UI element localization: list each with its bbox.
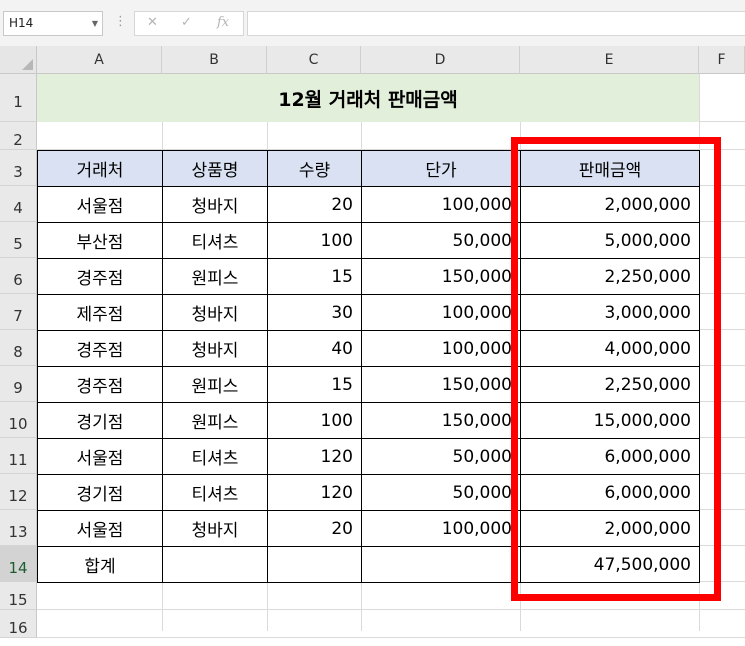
table-cell[interactable]: 100,000	[361, 294, 521, 331]
table-cell[interactable]: 원피스	[162, 258, 268, 295]
chevron-down-icon[interactable]: ▼	[92, 12, 98, 35]
table-cell[interactable]: 청바지	[162, 294, 268, 331]
total-value-cell[interactable]: 47,500,000	[520, 546, 700, 583]
row-header-7[interactable]: 7	[0, 294, 37, 330]
formula-input[interactable]	[247, 11, 745, 36]
table-cell[interactable]: 100	[267, 402, 362, 439]
table-cell[interactable]: 6,000,000	[520, 474, 700, 511]
cancel-icon[interactable]: ✕	[147, 15, 158, 30]
table-cell[interactable]: 4,000,000	[520, 330, 700, 367]
table-cell[interactable]: 20	[267, 186, 362, 223]
formula-bar-area: H14 ▼ ⋮ ✕ ✓ fx	[0, 0, 745, 46]
row-header-5[interactable]: 5	[0, 222, 37, 258]
table-cell[interactable]: 100,000	[361, 510, 521, 547]
table-cell[interactable]: 티셔츠	[162, 222, 268, 259]
table-cell[interactable]: 20	[267, 510, 362, 547]
row-header-1[interactable]: 1	[0, 74, 37, 122]
table-cell[interactable]: 2,000,000	[520, 186, 700, 223]
table-cell[interactable]: 100	[267, 222, 362, 259]
table-cell[interactable]: 제주점	[37, 294, 163, 331]
table-cell[interactable]: 부산점	[37, 222, 163, 259]
table-header-cell[interactable]: 상품명	[162, 150, 268, 187]
table-cell[interactable]: 150,000	[361, 366, 521, 403]
table-header-cell[interactable]: 거래처	[37, 150, 163, 187]
name-box-value: H14	[9, 16, 34, 30]
column-header-c[interactable]: C	[267, 46, 361, 74]
table-cell[interactable]: 100,000	[361, 186, 521, 223]
formula-buttons: ✕ ✓ fx	[134, 11, 244, 36]
table-cell[interactable]: 2,250,000	[520, 366, 700, 403]
table-cell[interactable]: 15	[267, 258, 362, 295]
table-cell[interactable]: 6,000,000	[520, 438, 700, 475]
table-cell[interactable]: 2,250,000	[520, 258, 700, 295]
table-cell[interactable]: 서울점	[37, 186, 163, 223]
table-cell[interactable]: 경주점	[37, 366, 163, 403]
gridline	[37, 609, 745, 610]
row-header-10[interactable]: 10	[0, 402, 37, 438]
table-cell[interactable]: 경주점	[37, 330, 163, 367]
row-header-13[interactable]: 13	[0, 510, 37, 546]
table-cell[interactable]: 30	[267, 294, 362, 331]
table-cell[interactable]	[267, 546, 362, 583]
table-cell[interactable]: 원피스	[162, 402, 268, 439]
table-cell[interactable]: 50,000	[361, 438, 521, 475]
table-cell[interactable]: 40	[267, 330, 362, 367]
table-cell[interactable]: 2,000,000	[520, 510, 700, 547]
table-header-cell[interactable]: 수량	[267, 150, 362, 187]
column-header-a[interactable]: A	[37, 46, 162, 74]
table-cell[interactable]: 100,000	[361, 330, 521, 367]
table-cell[interactable]: 청바지	[162, 186, 268, 223]
table-header-cell[interactable]: 단가	[361, 150, 521, 187]
table-cell[interactable]: 경기점	[37, 402, 163, 439]
table-cell[interactable]	[162, 546, 268, 583]
table-cell[interactable]: 120	[267, 474, 362, 511]
table-header-cell[interactable]: 판매금액	[520, 150, 700, 187]
table-cell[interactable]: 티셔츠	[162, 438, 268, 475]
name-box[interactable]: H14 ▼	[3, 11, 103, 36]
table-cell[interactable]: 청바지	[162, 510, 268, 547]
table-cell[interactable]: 서울점	[37, 438, 163, 475]
insert-function-icon[interactable]: fx	[217, 15, 229, 30]
table-cell[interactable]: 3,000,000	[520, 294, 700, 331]
row-header-3[interactable]: 3	[0, 150, 37, 186]
enter-icon[interactable]: ✓	[181, 15, 192, 30]
sheet-title[interactable]: 12월 거래처 판매금액	[37, 74, 699, 122]
column-header-f[interactable]: F	[699, 46, 745, 74]
select-all-button[interactable]	[0, 46, 37, 74]
table-cell[interactable]: 120	[267, 438, 362, 475]
column-header-d[interactable]: D	[361, 46, 520, 74]
total-label-cell[interactable]: 합계	[37, 546, 163, 583]
row-header-9[interactable]: 9	[0, 366, 37, 402]
table-cell[interactable]: 청바지	[162, 330, 268, 367]
column-header-e[interactable]: E	[520, 46, 699, 74]
table-cell[interactable]: 50,000	[361, 474, 521, 511]
table-cell[interactable]: 15,000,000	[520, 402, 700, 439]
table-cell[interactable]: 원피스	[162, 366, 268, 403]
table-cell[interactable]: 5,000,000	[520, 222, 700, 259]
table-cell[interactable]: 서울점	[37, 510, 163, 547]
row-header-4[interactable]: 4	[0, 186, 37, 222]
table-cell[interactable]: 50,000	[361, 222, 521, 259]
column-header-b[interactable]: B	[162, 46, 267, 74]
row-header-14[interactable]: 14	[0, 546, 37, 582]
row-header-15[interactable]: 15	[0, 582, 37, 610]
row-header-2[interactable]: 2	[0, 122, 37, 150]
table-cell[interactable]: 경기점	[37, 474, 163, 511]
table-cell[interactable]: 150,000	[361, 402, 521, 439]
drag-handle-icon[interactable]: ⋮	[114, 14, 127, 29]
row-header-11[interactable]: 11	[0, 438, 37, 474]
gridline	[37, 637, 745, 638]
table-cell[interactable]	[361, 546, 521, 583]
table-cell[interactable]: 150,000	[361, 258, 521, 295]
row-header-16[interactable]: 16	[0, 610, 37, 638]
table-cell[interactable]: 15	[267, 366, 362, 403]
table-cell[interactable]: 티셔츠	[162, 474, 268, 511]
row-header-8[interactable]: 8	[0, 330, 37, 366]
table-cell[interactable]: 경주점	[37, 258, 163, 295]
row-header-6[interactable]: 6	[0, 258, 37, 294]
row-header-12[interactable]: 12	[0, 474, 37, 510]
